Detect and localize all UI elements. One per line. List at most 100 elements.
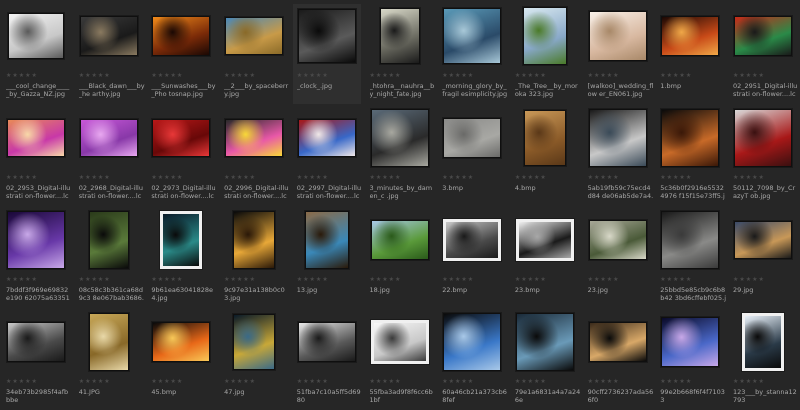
thumbnail-item[interactable]: ★★★★★ 1.bmp xyxy=(656,4,724,104)
thumbnail-item[interactable]: ★★★★★ 5ab19fb59c75ecd4d84 de06ab5de7a4.jp… xyxy=(584,106,653,206)
thumbnail-item[interactable]: ★★★★★ 4.bmp xyxy=(511,106,579,206)
rating-stars[interactable]: ★★★★★ xyxy=(151,379,183,385)
rating-stars[interactable]: ★★★★★ xyxy=(151,277,183,283)
thumbnail-image[interactable] xyxy=(370,320,429,364)
thumbnail-image[interactable] xyxy=(297,322,356,362)
thumbnail-image[interactable] xyxy=(297,119,356,157)
rating-stars[interactable]: ★★★★★ xyxy=(79,73,111,79)
rating-stars[interactable]: ★★★★★ xyxy=(224,277,256,283)
thumbnail-item[interactable]: ★★★★★ _morning_glory_by_fragil esimplicit… xyxy=(438,4,507,104)
rating-stars[interactable]: ★★★★★ xyxy=(370,73,402,79)
rating-stars[interactable]: ★★★★★ xyxy=(733,277,765,283)
thumbnail-item[interactable]: ★★★★★ 60a46cb21a373cb68fef xyxy=(438,310,507,410)
thumbnail-item[interactable]: ★★★★★ 18.jpg xyxy=(366,208,434,308)
thumbnail-item[interactable]: ★★★★★ 23.bmp xyxy=(511,208,579,308)
thumbnail-item[interactable]: ★★★★★ 3_minutes_by_damen_c .jpg xyxy=(366,106,434,206)
thumbnail-image[interactable] xyxy=(88,313,129,371)
thumbnail-item[interactable]: ★★★★★ 13.jpg xyxy=(293,208,361,308)
thumbnail-image[interactable] xyxy=(661,109,720,167)
rating-stars[interactable]: ★★★★★ xyxy=(442,277,474,283)
thumbnail-image[interactable] xyxy=(225,119,284,157)
thumbnail-image[interactable] xyxy=(370,109,429,167)
thumbnail-image[interactable] xyxy=(7,211,65,269)
rating-stars[interactable]: ★★★★★ xyxy=(297,175,329,181)
thumbnail-item[interactable]: ★★★★★ _htohra__nauhra__b y_night_fate.jpg xyxy=(366,4,434,104)
thumbnail-item[interactable]: ★★★★★ 41.JPG xyxy=(75,310,143,410)
rating-stars[interactable]: ★★★★★ xyxy=(442,175,474,181)
rating-stars[interactable]: ★★★★★ xyxy=(297,379,329,385)
thumbnail-image[interactable] xyxy=(661,211,720,269)
thumbnail-image[interactable] xyxy=(515,313,574,371)
thumbnail-image[interactable] xyxy=(152,119,211,157)
thumbnail-image[interactable] xyxy=(7,322,65,362)
thumbnail-item[interactable]: ★★★★★ ___Black_dawn___by_he arthy.jpg xyxy=(75,4,145,104)
thumbnail-item[interactable]: ★★★★★ 90cff2736237ada566f0 xyxy=(584,310,653,410)
rating-stars[interactable]: ★★★★★ xyxy=(79,175,111,181)
thumbnail-image[interactable] xyxy=(233,211,276,269)
thumbnail-item[interactable]: ★★★★★ 02_2996_Digital-illustrati on-flowe… xyxy=(220,106,288,206)
thumbnail-item[interactable]: ★★★★★ 08c58c3b361ca68d9c3 8e067bab3686.jp… xyxy=(75,208,144,308)
thumbnail-image[interactable] xyxy=(79,119,138,157)
rating-stars[interactable]: ★★★★★ xyxy=(224,73,256,79)
thumbnail-item[interactable]: ★★★★★ 02_2973_Digital-illustrati on-flowe… xyxy=(147,106,216,206)
thumbnail-image[interactable] xyxy=(588,11,647,61)
thumbnail-item[interactable]: ★★★★★ 5c36b0f2916e55324976 f15f15e73ff5.j… xyxy=(656,106,725,206)
rating-stars[interactable]: ★★★★★ xyxy=(588,379,620,385)
thumbnail-image[interactable] xyxy=(522,7,567,65)
thumbnail-item[interactable]: ★★★★★ 99e2b668f6f4f71033 xyxy=(656,310,725,410)
thumbnail-image[interactable] xyxy=(443,118,502,158)
thumbnail-item[interactable]: ★★★★★ 02_2968_Digital-illustrati on-flowe… xyxy=(75,106,143,206)
thumbnail-item[interactable]: ★★★★★ 02_2951_Digital-illustrati on-flowe… xyxy=(729,4,797,104)
rating-stars[interactable]: ★★★★★ xyxy=(588,175,620,181)
rating-stars[interactable]: ★★★★★ xyxy=(297,73,329,79)
thumbnail-image[interactable] xyxy=(588,220,647,260)
rating-stars[interactable]: ★★★★★ xyxy=(79,277,111,283)
rating-stars[interactable]: ★★★★★ xyxy=(733,73,765,79)
thumbnail-item[interactable]: ★★★★★ 9b61ea63041828e4.jpg xyxy=(147,208,215,308)
rating-stars[interactable]: ★★★★★ xyxy=(297,277,329,283)
rating-stars[interactable]: ★★★★★ xyxy=(588,277,620,283)
rating-stars[interactable]: ★★★★★ xyxy=(151,175,183,181)
thumbnail-item[interactable]: ★★★★★ _The_Tree__by_moroka 323.jpg xyxy=(511,4,579,104)
thumbnail-image[interactable] xyxy=(7,119,65,157)
thumbnail-image[interactable] xyxy=(304,211,349,269)
thumbnail-image[interactable] xyxy=(443,313,502,371)
thumbnail-image[interactable] xyxy=(379,8,420,64)
rating-stars[interactable]: ★★★★★ xyxy=(515,175,547,181)
thumbnail-image[interactable] xyxy=(734,16,792,56)
thumbnail-image[interactable] xyxy=(443,219,502,261)
rating-stars[interactable]: ★★★★★ xyxy=(515,379,547,385)
thumbnail-item[interactable]: ★★★★★ 51fba7c10a5ff5d6980 xyxy=(293,310,361,410)
rating-stars[interactable]: ★★★★★ xyxy=(660,379,692,385)
thumbnail-image[interactable] xyxy=(152,16,211,56)
thumbnail-image[interactable] xyxy=(515,219,574,261)
thumbnail-item[interactable]: ★★★★★ ___Sunwashes___by_Pho tosnap.jpg xyxy=(147,4,215,104)
thumbnail-item[interactable]: ★★★★★ 47.jpg xyxy=(220,310,288,410)
thumbnail-item[interactable]: ★★★★★ 55fba3ad9f8f6cc6b1bf xyxy=(366,310,434,410)
thumbnail-image[interactable] xyxy=(734,221,792,259)
thumbnail-item[interactable]: ★★★★★ 34eb73b2985f4afbbbe xyxy=(2,310,70,410)
thumbnail-item[interactable]: ★★★★★ 23.jpg xyxy=(584,208,652,308)
thumbnail-image[interactable] xyxy=(370,220,429,260)
rating-stars[interactable]: ★★★★★ xyxy=(6,379,38,385)
rating-stars[interactable]: ★★★★★ xyxy=(6,277,38,283)
thumbnail-item[interactable]: ★★★★★ 45.bmp xyxy=(147,310,215,410)
thumbnail-item[interactable]: ★★★★★ 3.bmp xyxy=(438,106,506,206)
rating-stars[interactable]: ★★★★★ xyxy=(79,379,111,385)
thumbnail-item[interactable]: ★★★★★ 29.jpg xyxy=(729,208,797,308)
rating-stars[interactable]: ★★★★★ xyxy=(370,379,402,385)
thumbnail-image[interactable] xyxy=(742,313,784,371)
thumbnail-image[interactable] xyxy=(88,211,129,269)
rating-stars[interactable]: ★★★★★ xyxy=(224,379,256,385)
thumbnail-item[interactable]: ★★★★★ 9c97e31a138b0c03.jpg xyxy=(220,208,288,308)
thumbnail-image[interactable] xyxy=(661,16,720,56)
rating-stars[interactable]: ★★★★★ xyxy=(515,73,547,79)
rating-stars[interactable]: ★★★★★ xyxy=(733,175,765,181)
thumbnail-item[interactable]: ★★★★★ 22.bmp xyxy=(438,208,506,308)
thumbnail-item[interactable]: ★★★★★ 02_2953_Digital-illustrati on-flowe… xyxy=(2,106,70,206)
rating-stars[interactable]: ★★★★★ xyxy=(733,379,765,385)
rating-stars[interactable]: ★★★★★ xyxy=(660,73,692,79)
rating-stars[interactable]: ★★★★★ xyxy=(6,73,38,79)
thumbnail-item[interactable]: ★★★★★ 25bbd5e85cb9c6b8b42 3bd6cffebf025.j… xyxy=(656,208,726,308)
rating-stars[interactable]: ★★★★★ xyxy=(151,73,183,79)
